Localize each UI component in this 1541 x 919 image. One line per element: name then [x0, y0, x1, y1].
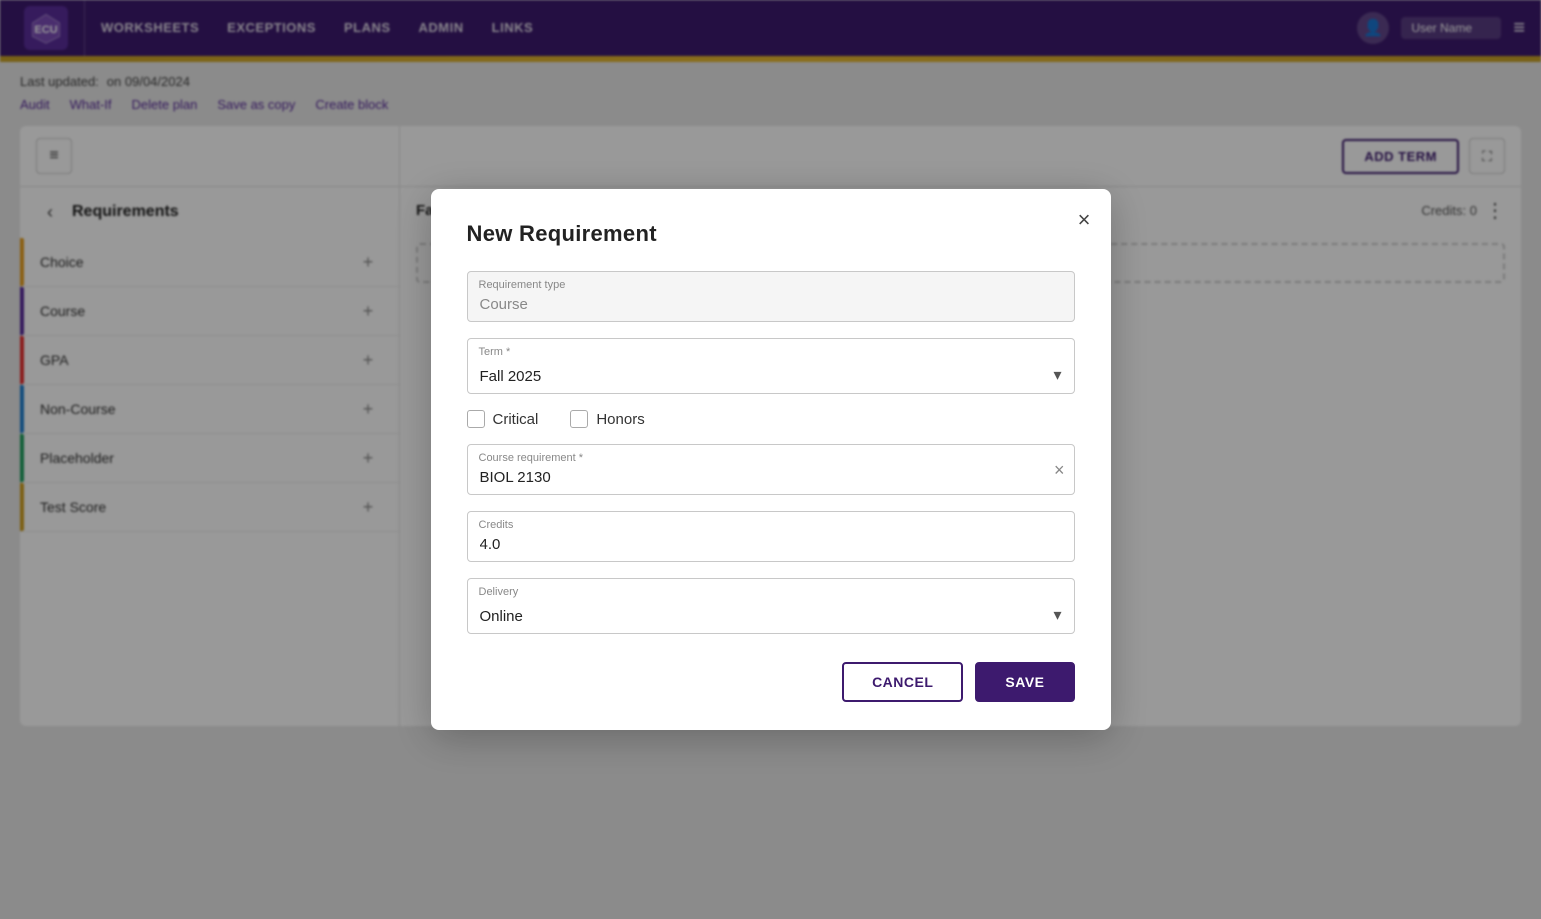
delivery-dropdown-icon: ▾ [1053, 605, 1061, 625]
delivery-select-value: Online [480, 608, 523, 625]
modal-overlay: New Requirement × Requirement type Term … [0, 0, 1541, 919]
critical-checkbox-item[interactable]: Critical [467, 410, 539, 428]
honors-checkbox[interactable] [570, 410, 588, 428]
term-dropdown-icon: ▾ [1053, 365, 1061, 385]
term-field: Term * Fall 2025 ▾ [467, 338, 1075, 394]
modal-title: New Requirement [467, 221, 1075, 247]
honors-checkbox-item[interactable]: Honors [570, 410, 644, 428]
term-select-value: Fall 2025 [480, 368, 542, 385]
save-button[interactable]: SAVE [975, 662, 1074, 702]
requirement-type-field: Requirement type [467, 271, 1075, 322]
course-requirement-input[interactable] [467, 444, 1075, 495]
term-select[interactable]: Fall 2025 ▾ [467, 338, 1075, 394]
requirement-type-input[interactable] [467, 271, 1075, 322]
new-requirement-modal: New Requirement × Requirement type Term … [431, 189, 1111, 730]
honors-label: Honors [596, 411, 644, 428]
modal-close-button[interactable]: × [1078, 209, 1091, 231]
critical-checkbox[interactable] [467, 410, 485, 428]
modal-footer: CANCEL SAVE [467, 662, 1075, 702]
course-requirement-clear-button[interactable]: × [1054, 461, 1065, 479]
credits-field: Credits [467, 511, 1075, 562]
delivery-field: Delivery Online ▾ [467, 578, 1075, 634]
checkboxes-row: Critical Honors [467, 410, 1075, 428]
credits-input[interactable] [467, 511, 1075, 562]
critical-label: Critical [493, 411, 539, 428]
delivery-select[interactable]: Online ▾ [467, 578, 1075, 634]
course-requirement-field: Course requirement * × [467, 444, 1075, 495]
cancel-button[interactable]: CANCEL [842, 662, 963, 702]
